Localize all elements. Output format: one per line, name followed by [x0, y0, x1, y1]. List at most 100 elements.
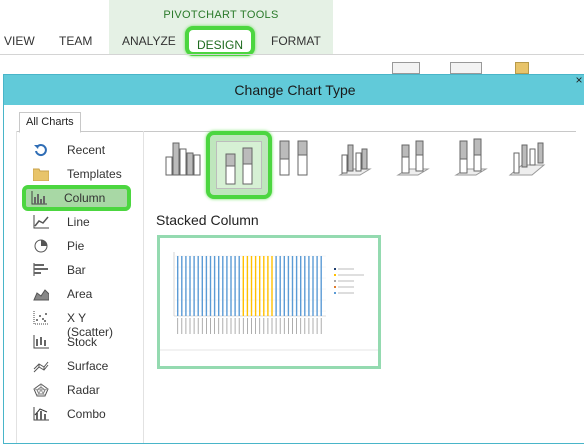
preview-legend-swatch [334, 292, 336, 294]
ribbon: PIVOTCHART TOOLS VIEW TEAM ANALYZE DESIG… [0, 0, 584, 74]
tab-analyze[interactable]: ANALYZE [122, 34, 176, 48]
pivotchart-tools-label: PIVOTCHART TOOLS [163, 9, 279, 21]
preview-bar [316, 256, 318, 316]
category-label: Radar [67, 383, 100, 397]
category-stock[interactable]: Stock [23, 331, 131, 353]
surface-chart-icon [33, 361, 49, 373]
preview-bar [275, 256, 277, 316]
subtype-3d-clustered-column[interactable] [336, 135, 376, 177]
preview-bar [320, 256, 322, 316]
dialog-titlebar: Change Chart Type [4, 75, 584, 105]
ribbon-divider [0, 54, 584, 55]
preview-bar [254, 256, 257, 316]
dialog-tab-strip: All Charts [16, 111, 576, 133]
preview-bar [242, 256, 244, 316]
category-bar[interactable]: Bar [23, 259, 131, 281]
category-radar[interactable]: Radar [23, 379, 131, 401]
3d-clustered-column-icon [338, 144, 372, 176]
preview-bar [226, 256, 228, 316]
preview-bar [279, 256, 281, 316]
preview-bar [181, 256, 183, 316]
category-line[interactable]: Line [23, 211, 131, 233]
preview-bar [312, 256, 314, 316]
category-xy-scatter[interactable]: X Y (Scatter) [23, 307, 131, 339]
3d-column-icon [508, 142, 546, 176]
preview-bar [259, 256, 261, 316]
recent-icon [34, 144, 47, 157]
ribbon-chart-button[interactable] [515, 62, 529, 74]
preview-legend-swatch [334, 274, 336, 276]
category-label: Recent [67, 143, 106, 157]
preview-bar [283, 256, 285, 316]
tab-format[interactable]: FORMAT [271, 34, 321, 48]
category-label: Surface [67, 359, 109, 373]
dialog-title: Change Chart Type [234, 82, 356, 98]
preview-bar [308, 256, 310, 316]
category-area[interactable]: Area [23, 283, 131, 305]
chart-preview-thumbnail [160, 252, 378, 351]
preview-bar [246, 256, 249, 316]
preview-bar [205, 256, 208, 316]
3d-stacked-column-icon [396, 140, 430, 176]
preview-bar [201, 256, 203, 316]
chart-preview[interactable] [157, 235, 381, 369]
preview-bar [291, 256, 294, 316]
preview-bar [185, 256, 187, 316]
ribbon-layout-button[interactable] [392, 62, 420, 74]
subtype-clustered-column[interactable] [162, 135, 202, 177]
subtype-3d-100-stacked-column[interactable] [452, 135, 492, 177]
preview-bar [213, 256, 216, 316]
scatter-chart-icon [33, 311, 49, 325]
preview-bar [222, 256, 224, 316]
preview-bar [193, 256, 195, 316]
category-label: Combo [67, 407, 106, 421]
preview-bar [250, 256, 253, 316]
subtype-stacked-column[interactable] [206, 131, 272, 199]
ribbon-style-button[interactable] [450, 62, 482, 74]
preview-bar [267, 256, 269, 316]
subtype-3d-column[interactable] [508, 135, 548, 177]
preview-bar [230, 256, 232, 316]
tab-design[interactable]: DESIGN [185, 26, 255, 56]
clustered-column-icon [165, 142, 201, 176]
change-chart-type-dialog: Change Chart Type All Charts Recent Temp… [3, 73, 584, 444]
preview-bar [189, 256, 191, 316]
preview-legend-swatch [334, 286, 336, 288]
category-templates[interactable]: Templates [23, 163, 131, 185]
preview-bar [300, 256, 302, 316]
pie-chart-icon [34, 239, 48, 253]
subtype-100-stacked-column[interactable] [278, 135, 318, 177]
category-recent[interactable]: Recent [23, 139, 131, 161]
category-pie[interactable]: Pie [23, 235, 131, 257]
category-label: Area [67, 287, 93, 301]
tab-all-charts[interactable]: All Charts [19, 112, 81, 133]
subtype-3d-stacked-column[interactable] [394, 135, 434, 177]
category-label: Column [64, 191, 106, 205]
preview-bar [218, 256, 220, 316]
preview-bar [304, 256, 306, 316]
category-label: Pie [67, 239, 85, 253]
selected-subtype-title: Stacked Column [156, 212, 259, 228]
category-label: Stock [67, 335, 98, 349]
category-label: Line [67, 215, 90, 229]
close-icon[interactable]: × [573, 73, 584, 87]
category-label: Bar [67, 263, 86, 277]
preview-bar [295, 256, 298, 316]
preview-bar [234, 256, 236, 316]
category-surface[interactable]: Surface [23, 355, 131, 377]
tab-team[interactable]: TEAM [59, 34, 92, 48]
category-column[interactable]: Column [22, 185, 131, 211]
3d-100-stacked-column-icon [454, 138, 488, 176]
category-combo[interactable]: Combo [23, 403, 131, 425]
bar-chart-icon [33, 263, 48, 276]
preview-bar [238, 256, 240, 316]
preview-legend-swatch [334, 268, 336, 270]
100-stacked-column-icon [279, 140, 308, 176]
preview-bar [209, 256, 212, 316]
preview-bar [263, 256, 265, 316]
tab-view[interactable]: VIEW [4, 34, 35, 48]
stacked-column-icon [225, 147, 253, 185]
stock-chart-icon [33, 335, 49, 349]
subtype-selected-frame [216, 141, 262, 189]
preview-legend-swatch [334, 280, 336, 282]
